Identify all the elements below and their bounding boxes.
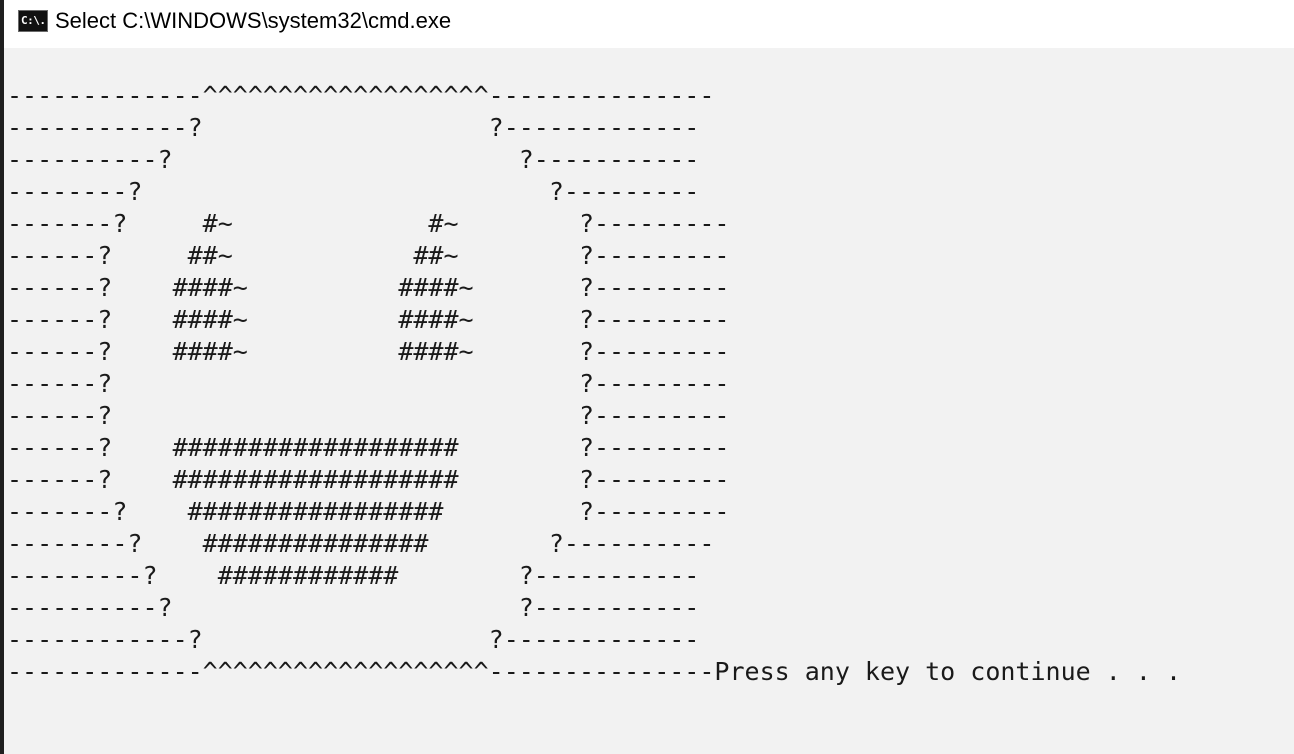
console-line: ------? ################### ?--------- — [7, 465, 730, 494]
console-line: ------------? ?------------- — [7, 625, 700, 654]
cmd-icon-glyph: C:\. — [21, 14, 46, 27]
console-line: -------? ################# ?--------- — [7, 497, 730, 526]
console-line: ---------? ############ ?----------- — [7, 561, 700, 590]
console-line: ------? ####~ ####~ ?--------- — [7, 305, 730, 334]
console-line: ------? ?--------- — [7, 401, 730, 430]
console-line: ----------? ?----------- — [7, 145, 700, 174]
console-area[interactable]: -------------^^^^^^^^^^^^^^^^^^^--------… — [4, 48, 1294, 754]
console-line: ------------? ?------------- — [7, 113, 700, 142]
console-line: --------? ?--------- — [7, 177, 700, 206]
cmd-window: C:\. Select C:\WINDOWS\system32\cmd.exe … — [0, 0, 1294, 754]
console-line: ----------? ?----------- — [7, 593, 700, 622]
console-line: ------? ##~ ##~ ?--------- — [7, 241, 730, 270]
console-line: ------? ################### ?--------- — [7, 433, 730, 462]
console-line: ------? ?--------- — [7, 369, 730, 398]
console-line: -------? #~ #~ ?--------- — [7, 209, 730, 238]
window-title: Select C:\WINDOWS\system32\cmd.exe — [55, 8, 452, 33]
console-line: ------? ####~ ####~ ?--------- — [7, 273, 730, 302]
console-output: -------------^^^^^^^^^^^^^^^^^^^--------… — [7, 80, 1181, 688]
console-line: ------? ####~ ####~ ?--------- — [7, 337, 730, 366]
console-line: -------------^^^^^^^^^^^^^^^^^^^--------… — [7, 81, 715, 110]
console-line: --------? ############### ?---------- — [7, 529, 715, 558]
title-bar[interactable]: C:\. Select C:\WINDOWS\system32\cmd.exe — [4, 0, 1294, 46]
cmd-console-icon[interactable]: C:\. — [18, 10, 48, 32]
console-line: -------------^^^^^^^^^^^^^^^^^^^--------… — [7, 657, 1181, 686]
